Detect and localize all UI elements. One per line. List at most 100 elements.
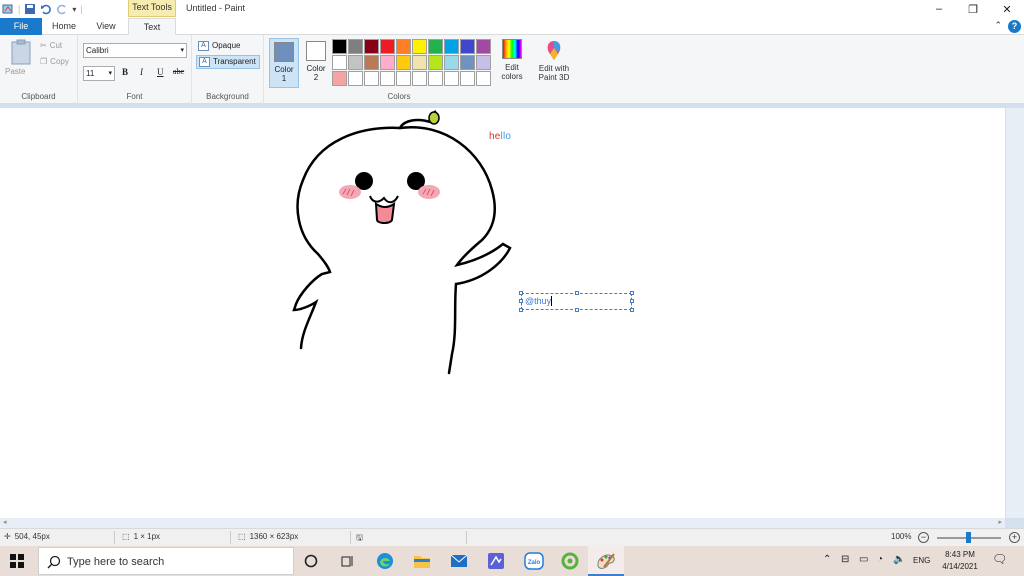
whiteboard-app-icon[interactable] xyxy=(485,550,507,572)
cococ-browser-icon[interactable] xyxy=(559,550,581,572)
show-hidden-icons[interactable]: ⌃ xyxy=(823,554,831,565)
strikethrough-button[interactable]: abc xyxy=(173,67,184,76)
redo-icon[interactable] xyxy=(56,3,68,15)
zoom-in-button[interactable]: + xyxy=(1009,532,1020,543)
color1-button[interactable]: Color 1 xyxy=(269,38,299,88)
edit-colors-button[interactable]: Edit colors xyxy=(498,39,526,81)
paint-taskbar-icon[interactable] xyxy=(595,550,617,572)
font-family-select[interactable]: Calibri ▾ xyxy=(83,43,187,58)
palette-swatch[interactable] xyxy=(428,39,443,54)
zalo-icon[interactable]: Zalo xyxy=(523,550,545,572)
scroll-right-arrow-icon[interactable]: ▸ xyxy=(998,518,1002,526)
tab-text[interactable]: Text xyxy=(128,18,176,36)
transparent-option[interactable]: A Transparent xyxy=(196,55,260,69)
touch-keyboard-icon[interactable]: ⊟ xyxy=(841,554,849,565)
collapse-ribbon-icon[interactable]: ⌃ xyxy=(994,20,1002,31)
opaque-label: Opaque xyxy=(212,41,241,50)
scroll-left-arrow-icon[interactable]: ◂ xyxy=(3,518,7,526)
color2-button[interactable]: Color 2 xyxy=(301,38,331,88)
customize-qa-icon[interactable]: ▾ xyxy=(72,5,76,14)
wifi-icon[interactable]: ◔ xyxy=(877,554,883,565)
close-button[interactable]: ✕ xyxy=(990,0,1024,18)
palette-swatch[interactable] xyxy=(460,71,475,86)
edit-with-paint3d-button[interactable]: Edit with Paint 3D xyxy=(534,39,574,82)
opaque-option[interactable]: A Opaque xyxy=(196,39,260,53)
palette-swatch[interactable] xyxy=(380,39,395,54)
restore-button[interactable]: ❐ xyxy=(956,0,990,18)
palette-swatch[interactable] xyxy=(332,71,347,86)
paint-app-icon[interactable] xyxy=(2,3,14,15)
minimize-button[interactable]: – xyxy=(922,0,956,18)
palette-swatch[interactable] xyxy=(444,71,459,86)
resize-handle-s[interactable] xyxy=(575,308,579,312)
palette-swatch[interactable] xyxy=(428,55,443,70)
cut-button[interactable]: ✂ Cut xyxy=(40,41,62,50)
color1-number: 1 xyxy=(281,74,287,83)
palette-swatch[interactable] xyxy=(476,55,491,70)
palette-swatch[interactable] xyxy=(348,71,363,86)
palette-swatch[interactable] xyxy=(460,55,475,70)
drawing-canvas[interactable]: hello @thuy xyxy=(0,108,1005,518)
palette-swatch[interactable] xyxy=(364,71,379,86)
palette-swatch[interactable] xyxy=(476,71,491,86)
vertical-scrollbar[interactable] xyxy=(1006,108,1024,518)
volume-icon[interactable]: 🔈 xyxy=(893,554,905,565)
background-group: A Opaque A Transparent Background xyxy=(192,35,264,104)
battery-icon[interactable]: ▭ xyxy=(859,554,868,565)
tab-file[interactable]: File xyxy=(0,18,42,35)
palette-swatch[interactable] xyxy=(332,55,347,70)
resize-handle-nw[interactable] xyxy=(519,291,523,295)
save-icon[interactable] xyxy=(24,3,36,15)
palette-swatch[interactable] xyxy=(380,55,395,70)
tab-home[interactable]: Home xyxy=(44,18,84,35)
workspace: hello @thuy ◂ ▸ xyxy=(0,104,1024,528)
palette-swatch[interactable] xyxy=(412,55,427,70)
undo-icon[interactable] xyxy=(40,3,52,15)
copy-button[interactable]: ❐ Copy xyxy=(40,57,69,66)
input-language[interactable]: ENG xyxy=(913,556,930,565)
resize-handle-ne[interactable] xyxy=(630,291,634,295)
palette-swatch[interactable] xyxy=(412,39,427,54)
font-size-select[interactable]: 11 ▾ xyxy=(83,66,115,81)
horizontal-scrollbar[interactable]: ◂ ▸ xyxy=(0,518,1005,528)
help-icon[interactable]: ? xyxy=(1008,20,1021,33)
zoom-slider-thumb[interactable] xyxy=(966,532,971,543)
edge-browser-icon[interactable] xyxy=(374,550,396,572)
palette-swatch[interactable] xyxy=(380,71,395,86)
resize-handle-e[interactable] xyxy=(630,299,634,303)
palette-swatch[interactable] xyxy=(396,55,411,70)
taskbar-clock[interactable]: 8:43 PM 4/14/2021 xyxy=(938,549,982,573)
bold-button[interactable]: B xyxy=(122,67,128,77)
tab-view[interactable]: View xyxy=(86,18,126,35)
zoom-out-button[interactable]: − xyxy=(918,532,929,543)
palette-swatch[interactable] xyxy=(428,71,443,86)
resize-handle-sw[interactable] xyxy=(519,308,523,312)
palette-swatch[interactable] xyxy=(348,39,363,54)
palette-swatch[interactable] xyxy=(412,71,427,86)
palette-swatch[interactable] xyxy=(332,39,347,54)
palette-swatch[interactable] xyxy=(396,71,411,86)
palette-swatch[interactable] xyxy=(364,39,379,54)
paste-button[interactable] xyxy=(8,39,34,67)
mail-icon[interactable] xyxy=(448,550,470,572)
palette-swatch[interactable] xyxy=(364,55,379,70)
resize-handle-se[interactable] xyxy=(630,308,634,312)
text-input-box[interactable]: @thuy xyxy=(519,291,634,312)
chevron-down-icon: ▾ xyxy=(108,70,112,77)
palette-swatch[interactable] xyxy=(476,39,491,54)
cortana-icon[interactable] xyxy=(300,550,322,572)
task-view-icon[interactable] xyxy=(336,550,358,572)
italic-button[interactable]: I xyxy=(140,67,143,77)
underline-button[interactable]: U xyxy=(157,67,164,77)
file-explorer-icon[interactable] xyxy=(411,550,433,572)
resize-handle-n[interactable] xyxy=(575,291,579,295)
resize-handle-w[interactable] xyxy=(519,299,523,303)
taskbar-search-box[interactable]: Type here to search xyxy=(38,547,294,575)
notifications-icon[interactable]: 🗨 xyxy=(992,552,1007,566)
palette-swatch[interactable] xyxy=(444,55,459,70)
palette-swatch[interactable] xyxy=(460,39,475,54)
start-button[interactable] xyxy=(10,554,24,568)
palette-swatch[interactable] xyxy=(444,39,459,54)
palette-swatch[interactable] xyxy=(396,39,411,54)
palette-swatch[interactable] xyxy=(348,55,363,70)
